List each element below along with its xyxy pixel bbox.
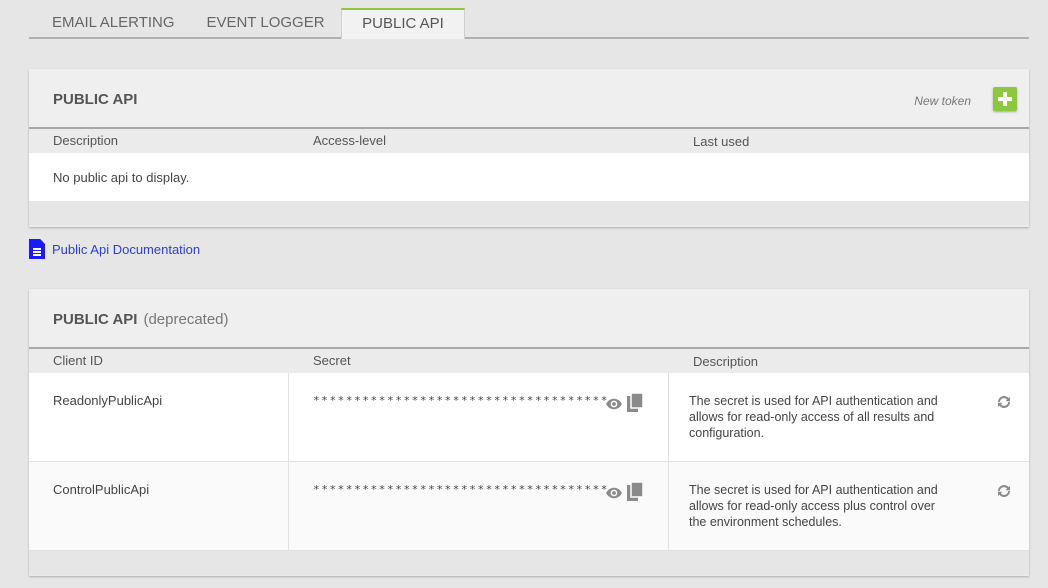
document-icon	[29, 239, 45, 259]
panel-title-text: PUBLIC API	[53, 311, 138, 328]
panel-title: PUBLIC API (deprecated)	[53, 311, 229, 328]
secret-value: ************************************	[313, 394, 610, 407]
client-id: ReadonlyPublicApi	[53, 393, 163, 408]
client-id: ControlPublicApi	[53, 482, 150, 497]
column-header-access-level: Access-level	[313, 133, 386, 148]
documentation-link[interactable]: Public Api Documentation	[29, 238, 200, 260]
column-header-secret: Secret	[313, 353, 351, 368]
table-header: Description Access-level Last used	[29, 129, 1029, 153]
new-token-button[interactable]	[993, 87, 1017, 111]
refresh-icon[interactable]	[995, 393, 1013, 411]
row-description: The secret is used for API authenticatio…	[689, 483, 938, 529]
refresh-icon[interactable]	[995, 482, 1013, 500]
deprecated-label: (deprecated)	[143, 311, 229, 328]
eye-icon[interactable]	[605, 484, 623, 502]
table-header: Client ID Secret Description	[29, 349, 1029, 373]
eye-icon[interactable]	[605, 395, 623, 413]
table-row: ReadonlyPublicApi **********************…	[29, 373, 1029, 462]
panel-title: PUBLIC API	[53, 91, 138, 108]
deprecated-api-panel: PUBLIC API (deprecated) Client ID Secret …	[29, 289, 1029, 576]
panel-footer	[29, 551, 1029, 575]
tab-public-api[interactable]: PUBLIC API	[341, 8, 465, 39]
column-header-description: Description	[53, 133, 119, 148]
public-api-panel: PUBLIC API New token Description Access-…	[29, 69, 1029, 227]
panel-header: PUBLIC API (deprecated)	[29, 289, 1029, 349]
empty-message: No public api to display.	[29, 153, 1029, 201]
table-row: ControlPublicApi ***********************…	[29, 462, 1029, 551]
tab-bar: EMAIL ALERTING EVENT LOGGER PUBLIC API	[29, 8, 1029, 39]
row-description: The secret is used for API authenticatio…	[689, 394, 938, 440]
column-header-last-used: Last used	[693, 134, 750, 149]
panel-header: PUBLIC API New token	[29, 69, 1029, 129]
copy-icon[interactable]	[627, 482, 643, 501]
column-header-description: Description	[693, 354, 759, 369]
secret-value: ************************************	[313, 483, 610, 496]
column-header-client-id: Client ID	[53, 353, 103, 368]
new-token-label: New token	[914, 94, 971, 108]
tab-event-logger[interactable]: EVENT LOGGER	[189, 8, 342, 39]
tab-email-alerting[interactable]: EMAIL ALERTING	[29, 8, 189, 39]
panel-footer	[29, 201, 1029, 225]
documentation-link-label[interactable]: Public Api Documentation	[52, 242, 200, 257]
copy-icon[interactable]	[627, 393, 643, 412]
